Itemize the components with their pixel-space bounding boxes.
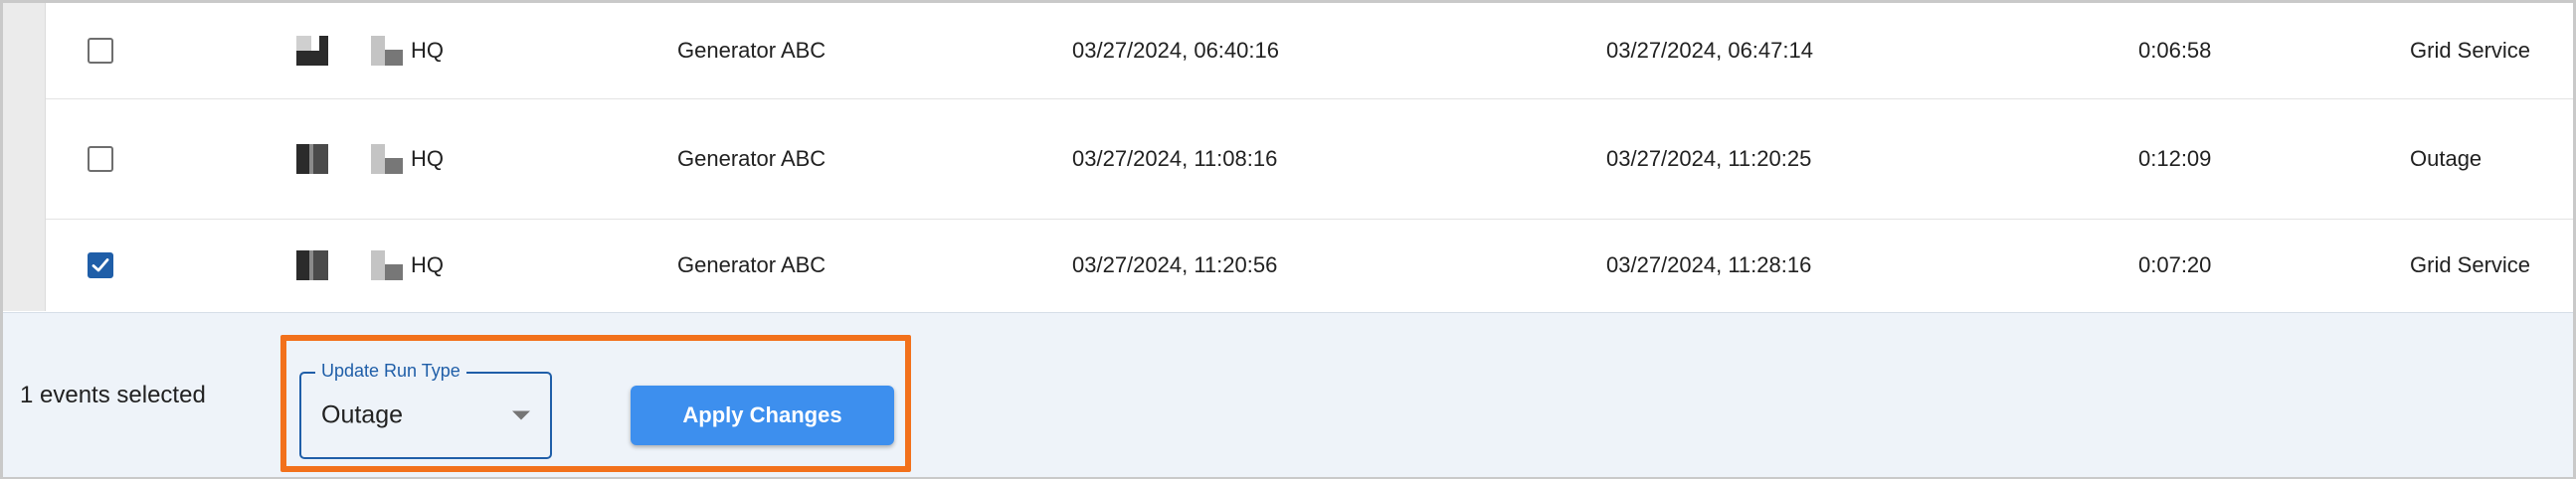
duration: 0:06:58 <box>2138 38 2212 63</box>
row-checkbox[interactable] <box>88 146 113 172</box>
run-type-select-label: Update Run Type <box>315 361 466 382</box>
start-time: 03/27/2024, 11:08:16 <box>1072 146 1278 171</box>
generator-name: Generator ABC <box>677 146 827 171</box>
generator-name: Generator ABC <box>677 38 827 63</box>
run-type: Outage <box>2410 146 2483 171</box>
site-name: HQ <box>411 38 444 63</box>
bulk-action-bar: 1 events selected Update Run Type Outage… <box>3 312 2573 477</box>
run-type: Grid Service <box>2410 38 2531 63</box>
row-gutter <box>3 3 46 311</box>
check-icon <box>92 258 109 272</box>
end-time: 03/27/2024, 11:28:16 <box>1606 252 1812 277</box>
device-status-icon <box>296 36 328 66</box>
building-icon <box>371 144 403 174</box>
table-row[interactable]: HQ Generator ABC 03/27/2024, 11:08:16 03… <box>46 99 2573 220</box>
end-time: 03/27/2024, 06:47:14 <box>1606 38 1813 63</box>
device-status-icon <box>296 250 328 280</box>
end-time: 03/27/2024, 11:20:25 <box>1606 146 1812 171</box>
device-status-icon <box>296 144 328 174</box>
generator-name: Generator ABC <box>677 252 827 277</box>
run-type-select-value: Outage <box>321 400 404 429</box>
row-checkbox[interactable] <box>88 38 113 64</box>
selected-count: 1 events selected <box>20 381 206 408</box>
chevron-down-icon[interactable] <box>512 410 530 420</box>
apply-changes-button[interactable]: Apply Changes <box>631 386 894 445</box>
start-time: 03/27/2024, 06:40:16 <box>1072 38 1279 63</box>
table-row[interactable]: HQ Generator ABC 03/27/2024, 06:40:16 03… <box>46 3 2573 99</box>
building-icon <box>371 250 403 280</box>
row-checkbox[interactable] <box>88 252 113 278</box>
table-row[interactable]: HQ Generator ABC 03/27/2024, 11:20:56 03… <box>46 220 2573 311</box>
building-icon <box>371 36 403 66</box>
events-table: HQ Generator ABC 03/27/2024, 06:40:16 03… <box>46 3 2573 311</box>
run-type-select[interactable]: Update Run Type Outage <box>299 361 552 459</box>
start-time: 03/27/2024, 11:20:56 <box>1072 252 1278 277</box>
site-name: HQ <box>411 252 444 277</box>
run-type: Grid Service <box>2410 252 2531 277</box>
duration: 0:12:09 <box>2138 146 2212 171</box>
duration: 0:07:20 <box>2138 252 2212 277</box>
site-name: HQ <box>411 146 444 171</box>
